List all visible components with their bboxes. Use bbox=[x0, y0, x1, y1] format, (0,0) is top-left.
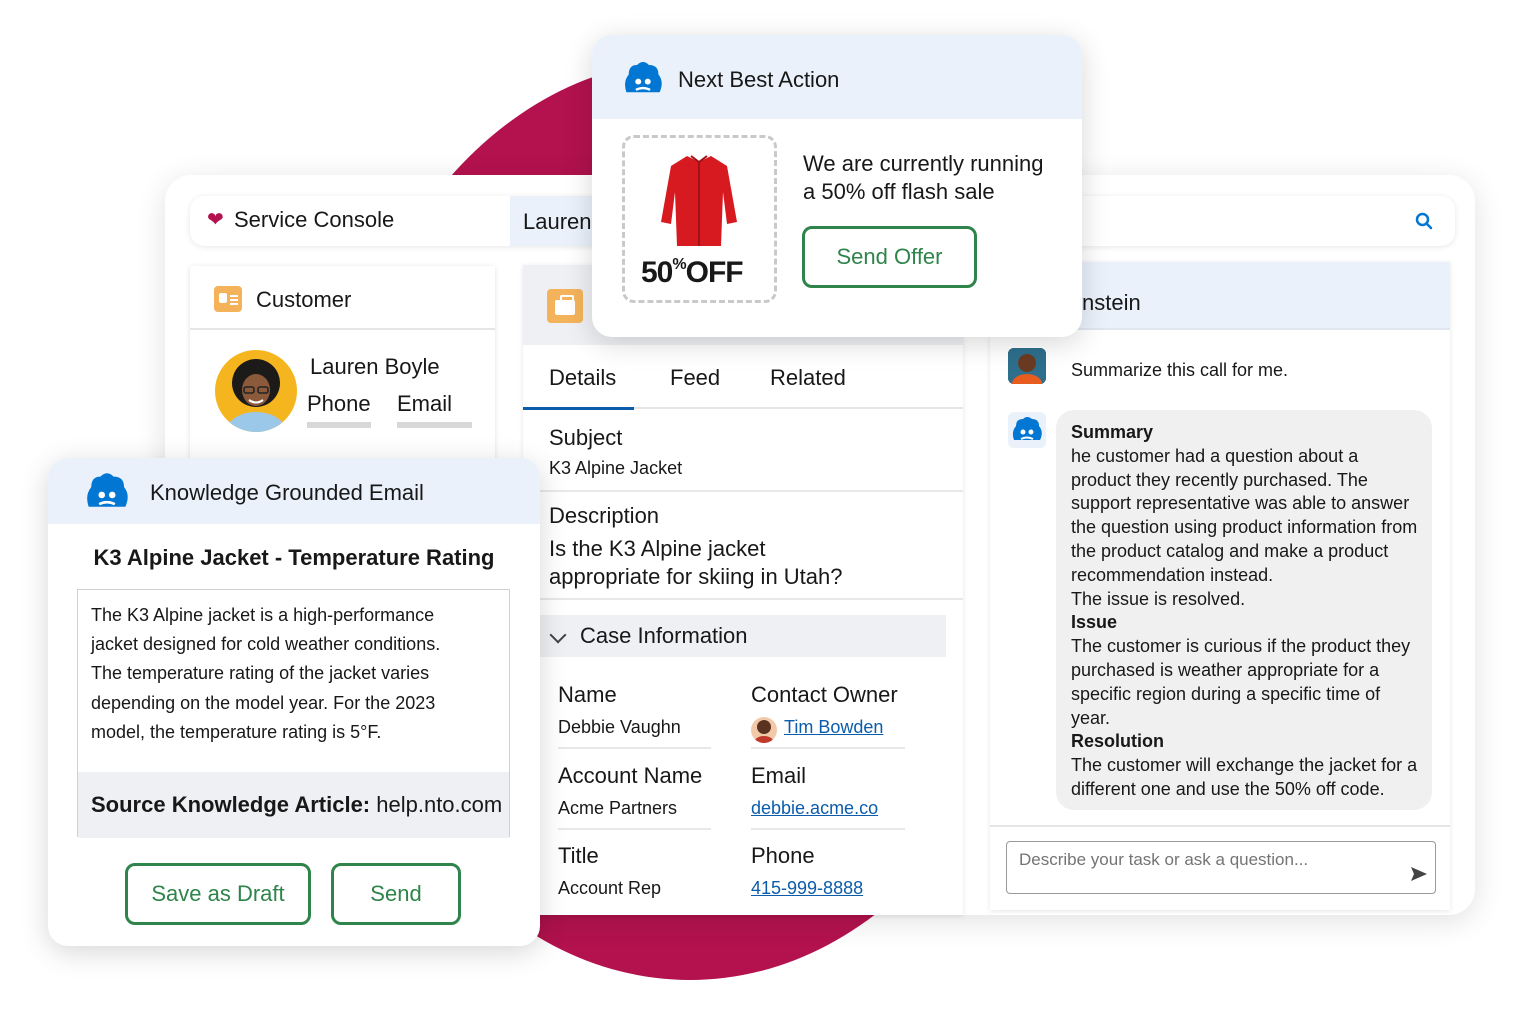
phone-placeholder-bar bbox=[307, 422, 371, 428]
customer-card: Customer Lauren Boyle Phone Email bbox=[190, 266, 495, 466]
case-tabs: Details Feed Related bbox=[523, 345, 963, 410]
email-link[interactable]: debbie.acme.co bbox=[751, 798, 878, 819]
active-tab-indicator bbox=[523, 407, 634, 410]
einstein-title: nstein bbox=[1082, 290, 1141, 315]
einstein-icon bbox=[87, 473, 128, 507]
einstein-icon bbox=[1008, 412, 1046, 448]
contact-owner-label: Contact Owner bbox=[751, 682, 898, 707]
email-body-line: The temperature rating of the jacket var… bbox=[91, 663, 430, 684]
einstein-icon bbox=[625, 61, 662, 93]
customer-phone-label[interactable]: Phone bbox=[307, 391, 371, 417]
tab-related[interactable]: Related bbox=[770, 365, 846, 391]
customer-name: Lauren Boyle bbox=[310, 354, 440, 379]
divider bbox=[523, 598, 963, 600]
email-body-line: depending on the model year. For the 202… bbox=[91, 692, 436, 713]
send-arrow-icon[interactable] bbox=[1410, 866, 1428, 882]
name-value: Debbie Vaughn bbox=[558, 717, 681, 737]
account-name-value: Acme Partners bbox=[558, 798, 678, 818]
coupon-discount: 50%OFF bbox=[641, 256, 744, 290]
divider bbox=[523, 490, 963, 492]
tab-details[interactable]: Details bbox=[549, 365, 616, 391]
email-body-text: The K3 Alpine jacket is a high-performan… bbox=[78, 590, 509, 758]
summary-bubble: Summary he customer had a question about… bbox=[1056, 410, 1432, 810]
phone-label: Phone bbox=[751, 843, 815, 868]
customer-card-header: Customer bbox=[190, 266, 495, 330]
case-briefcase-icon bbox=[547, 289, 583, 323]
send-button[interactable]: Send bbox=[331, 863, 461, 925]
search-icon[interactable] bbox=[1415, 212, 1433, 230]
contact-card-icon bbox=[214, 286, 242, 312]
owner-avatar bbox=[751, 717, 777, 743]
subject-value: K3 Alpine Jacket bbox=[549, 458, 683, 478]
offer-message-line-1: We are currently running bbox=[803, 151, 1044, 176]
email-subject: K3 Alpine Jacket - Temperature Rating bbox=[93, 545, 495, 570]
email-body-line: jacket designed for cold weather conditi… bbox=[91, 634, 441, 655]
description-line-1: Is the K3 Alpine jacket bbox=[549, 536, 766, 561]
console-title: Service Console bbox=[234, 207, 395, 232]
summary-heading: Summary bbox=[1071, 422, 1154, 442]
issue-heading: Issue bbox=[1071, 612, 1118, 633]
divider bbox=[558, 747, 711, 749]
user-message: Summarize this call for me. bbox=[1071, 360, 1289, 380]
source-value[interactable]: help.nto.com bbox=[376, 792, 502, 817]
divider bbox=[990, 825, 1450, 827]
email-label: Email bbox=[751, 763, 807, 788]
user-avatar bbox=[1008, 348, 1046, 384]
title-value: Account Rep bbox=[558, 878, 662, 898]
source-label: Source Knowledge Article: bbox=[91, 792, 371, 817]
resolved-text: The issue is resolved. bbox=[1071, 588, 1246, 609]
coupon-percent: % bbox=[672, 256, 686, 273]
next-best-action-header: Next Best Action bbox=[592, 35, 1082, 119]
customer-card-title: Customer bbox=[256, 287, 352, 312]
knowledge-email-header: Knowledge Grounded Email bbox=[48, 458, 540, 524]
customer-email-label[interactable]: Email bbox=[397, 391, 452, 417]
divider bbox=[751, 747, 905, 749]
next-best-action-title: Next Best Action bbox=[678, 67, 840, 92]
source-knowledge-article: Source Knowledge Article: help.nto.com bbox=[78, 772, 509, 838]
knowledge-email-title: Knowledge Grounded Email bbox=[150, 480, 424, 505]
contact-owner-link[interactable]: Tim Bowden bbox=[784, 717, 883, 738]
resolution-heading: Resolution bbox=[1071, 731, 1164, 752]
knowledge-email-card: Knowledge Grounded Email K3 Alpine Jacke… bbox=[48, 458, 540, 946]
coupon-amount: 50 bbox=[641, 256, 673, 289]
summary-text: he customer had a question about a produ… bbox=[1071, 445, 1418, 585]
console-tab-lauren[interactable]: Lauren bbox=[510, 196, 600, 246]
einstein-prompt-input[interactable]: Describe your task or ask a question... bbox=[1006, 841, 1436, 894]
title-label: Title bbox=[558, 843, 599, 868]
divider bbox=[558, 828, 711, 830]
description-label: Description bbox=[549, 503, 660, 528]
issue-text: The customer is curious if the product t… bbox=[1071, 636, 1411, 728]
coupon-card: 50%OFF bbox=[622, 135, 777, 303]
name-label: Name bbox=[558, 682, 617, 707]
subject-label: Subject bbox=[549, 425, 623, 450]
email-placeholder-bar bbox=[397, 422, 472, 428]
avatar bbox=[215, 350, 297, 432]
email-body[interactable]: The K3 Alpine jacket is a high-performan… bbox=[77, 589, 510, 838]
offer-message-line-2: a 50% off flash sale bbox=[803, 179, 995, 204]
heart-icon: ❤ bbox=[207, 209, 224, 231]
tab-feed[interactable]: Feed bbox=[670, 365, 720, 391]
red-jacket-image bbox=[661, 155, 737, 246]
case-information-section[interactable]: Case Information bbox=[540, 615, 946, 657]
account-name-label: Account Name bbox=[558, 763, 703, 788]
phone-link[interactable]: 415-999-8888 bbox=[751, 878, 863, 899]
case-panel: Details Feed Related Subject K3 Alpine J… bbox=[523, 265, 963, 915]
case-information-label: Case Information bbox=[580, 623, 748, 648]
next-best-action-card: Next Best Action 50%OFF We are currently… bbox=[592, 35, 1082, 337]
save-as-draft-button[interactable]: Save as Draft bbox=[125, 863, 311, 925]
email-body-line: The K3 Alpine jacket is a high-performan… bbox=[91, 605, 435, 625]
description-line-2: appropriate for skiing in Utah? bbox=[549, 564, 843, 589]
send-offer-button[interactable]: Send Offer bbox=[802, 226, 977, 288]
chevron-down-icon[interactable] bbox=[549, 626, 567, 644]
coupon-off: OFF bbox=[685, 256, 744, 289]
offer-message: We are currently running a 50% off flash… bbox=[803, 150, 1073, 206]
email-body-line: model, the temperature rating is 5°F. bbox=[91, 721, 382, 742]
einstein-panel: nstein Summarize this call for me. Summa… bbox=[990, 262, 1450, 910]
divider bbox=[751, 828, 905, 830]
resolution-text: The customer will exchange the jacket fo… bbox=[1071, 755, 1418, 799]
